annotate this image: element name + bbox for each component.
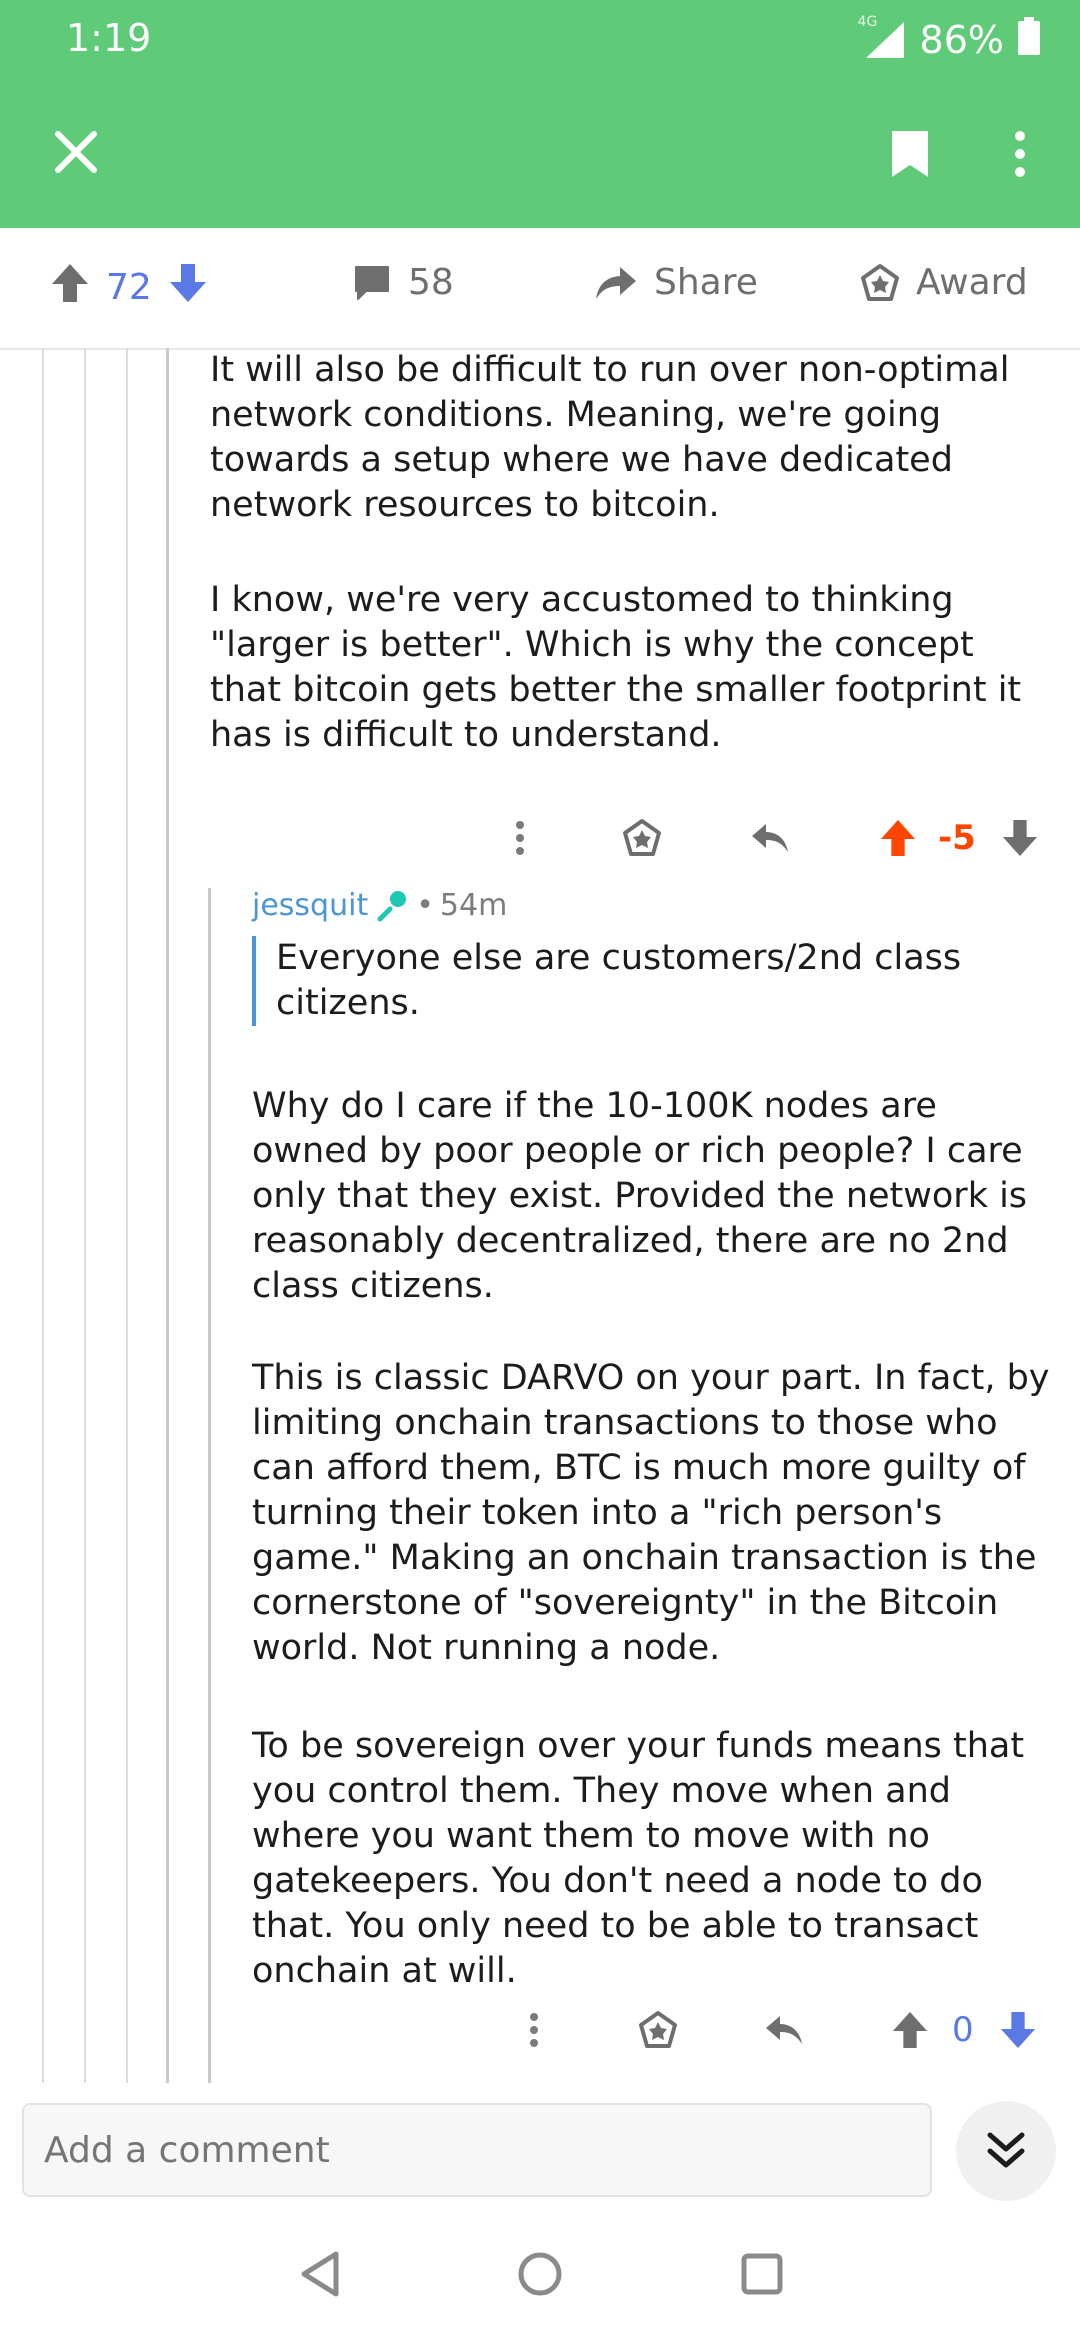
comment-reply-button[interactable] <box>762 2008 806 2052</box>
comment-paragraph: It will also be difficult to run over no… <box>210 350 1010 525</box>
comment-upvote-button[interactable] <box>876 816 920 860</box>
comment-actions: 0 <box>0 1988 1080 2068</box>
more-vertical-icon <box>516 821 524 855</box>
post-vote-group: 72 <box>50 262 208 313</box>
status-time: 1:19 <box>66 16 152 60</box>
status-icons: 4G 86% <box>858 14 1040 64</box>
comment-composer <box>0 2083 1080 2208</box>
comment-upvote-button[interactable] <box>888 2008 932 2052</box>
comment-icon <box>355 265 389 300</box>
comment-score: -5 <box>938 818 976 858</box>
comments-button[interactable]: 58 <box>352 262 454 303</box>
comment-paragraph: To be sovereign over your funds means th… <box>252 1726 1025 1991</box>
thread-rail <box>42 348 44 2083</box>
post-upvote-count: 72 <box>106 267 152 308</box>
bookmark-button[interactable] <box>878 122 942 186</box>
close-button[interactable] <box>44 120 108 184</box>
more-vertical-icon <box>1015 131 1025 177</box>
comment-count: 58 <box>408 262 454 303</box>
thread-rail <box>208 888 211 2083</box>
comment-actions: -5 <box>0 798 1080 878</box>
comment-downvote-button[interactable] <box>996 2008 1040 2052</box>
reply-icon <box>752 824 788 852</box>
network-type: 4G <box>857 14 878 30</box>
comment-more-button[interactable] <box>500 818 540 858</box>
thread-rail <box>84 348 86 2083</box>
collapse-thread-button[interactable] <box>956 2101 1056 2201</box>
award-icon <box>623 819 661 856</box>
arrow-down-icon <box>169 264 206 302</box>
upvote-button[interactable] <box>50 262 90 313</box>
app-bar <box>0 80 1080 228</box>
home-circle-icon <box>518 2252 562 2296</box>
comment-paragraph: I know, we're very accustomed to thinkin… <box>210 580 1022 755</box>
battery-percent: 86% <box>919 18 1004 62</box>
comment-age: 54m <box>439 888 508 923</box>
double-chevron-down-icon <box>987 2132 1025 2168</box>
comment-reply-button[interactable] <box>748 816 792 860</box>
comment-thread: It will also be difficult to run over no… <box>0 348 1080 2083</box>
comment-author[interactable]: jessquit <box>252 888 368 923</box>
comment-score: 0 <box>952 2010 974 2050</box>
more-vertical-icon <box>530 2013 538 2047</box>
comment-author-line: jessquit • 54m <box>252 888 507 923</box>
thread-rail <box>166 348 169 2083</box>
arrow-down-icon <box>1000 2011 1036 2049</box>
award-label: Award <box>916 262 1028 303</box>
share-button[interactable]: Share <box>594 262 758 303</box>
award-button[interactable]: Award <box>860 262 1028 303</box>
battery-icon <box>1018 16 1040 64</box>
share-label: Share <box>654 262 758 303</box>
recents-square-icon <box>741 2253 783 2295</box>
arrow-down-icon <box>1002 819 1038 857</box>
nav-back-button[interactable] <box>288 2242 352 2306</box>
comment-downvote-button[interactable] <box>998 816 1042 860</box>
downvote-button[interactable] <box>168 262 208 313</box>
bookmark-icon <box>892 131 928 177</box>
comment-quote: Everyone else are customers/2nd class ci… <box>252 936 1036 1026</box>
thread-rail <box>126 348 128 2083</box>
more-options-button[interactable] <box>988 122 1052 186</box>
arrow-up-icon <box>892 2011 928 2049</box>
comment-award-button[interactable] <box>620 816 664 860</box>
close-icon <box>55 131 97 173</box>
share-icon <box>596 266 636 299</box>
signal-icon: 4G <box>858 14 906 60</box>
system-nav-bar <box>0 2208 1080 2340</box>
comment-input[interactable] <box>22 2103 932 2197</box>
comment-more-button[interactable] <box>514 2010 554 2050</box>
arrow-up-icon <box>52 264 88 302</box>
quote-text: Everyone else are customers/2nd class ci… <box>276 938 962 1023</box>
nav-recents-button[interactable] <box>730 2242 794 2306</box>
back-triangle-icon <box>301 2251 339 2297</box>
award-icon <box>861 263 899 301</box>
arrow-up-icon <box>880 819 916 857</box>
post-action-bar: 72 58 Share Award <box>0 228 1080 350</box>
comment-paragraph: This is classic DARVO on your part. In f… <box>252 1358 1050 1668</box>
status-bar: 1:19 4G 86% <box>0 0 1080 80</box>
comment-award-button[interactable] <box>636 2008 680 2052</box>
microphone-icon <box>376 889 410 923</box>
comment-paragraph: Why do I care if the 10-100K nodes are o… <box>252 1086 1028 1306</box>
reply-icon <box>766 2016 802 2044</box>
award-icon <box>639 2011 677 2048</box>
comment-age-sep: • <box>416 888 434 923</box>
nav-home-button[interactable] <box>508 2242 572 2306</box>
